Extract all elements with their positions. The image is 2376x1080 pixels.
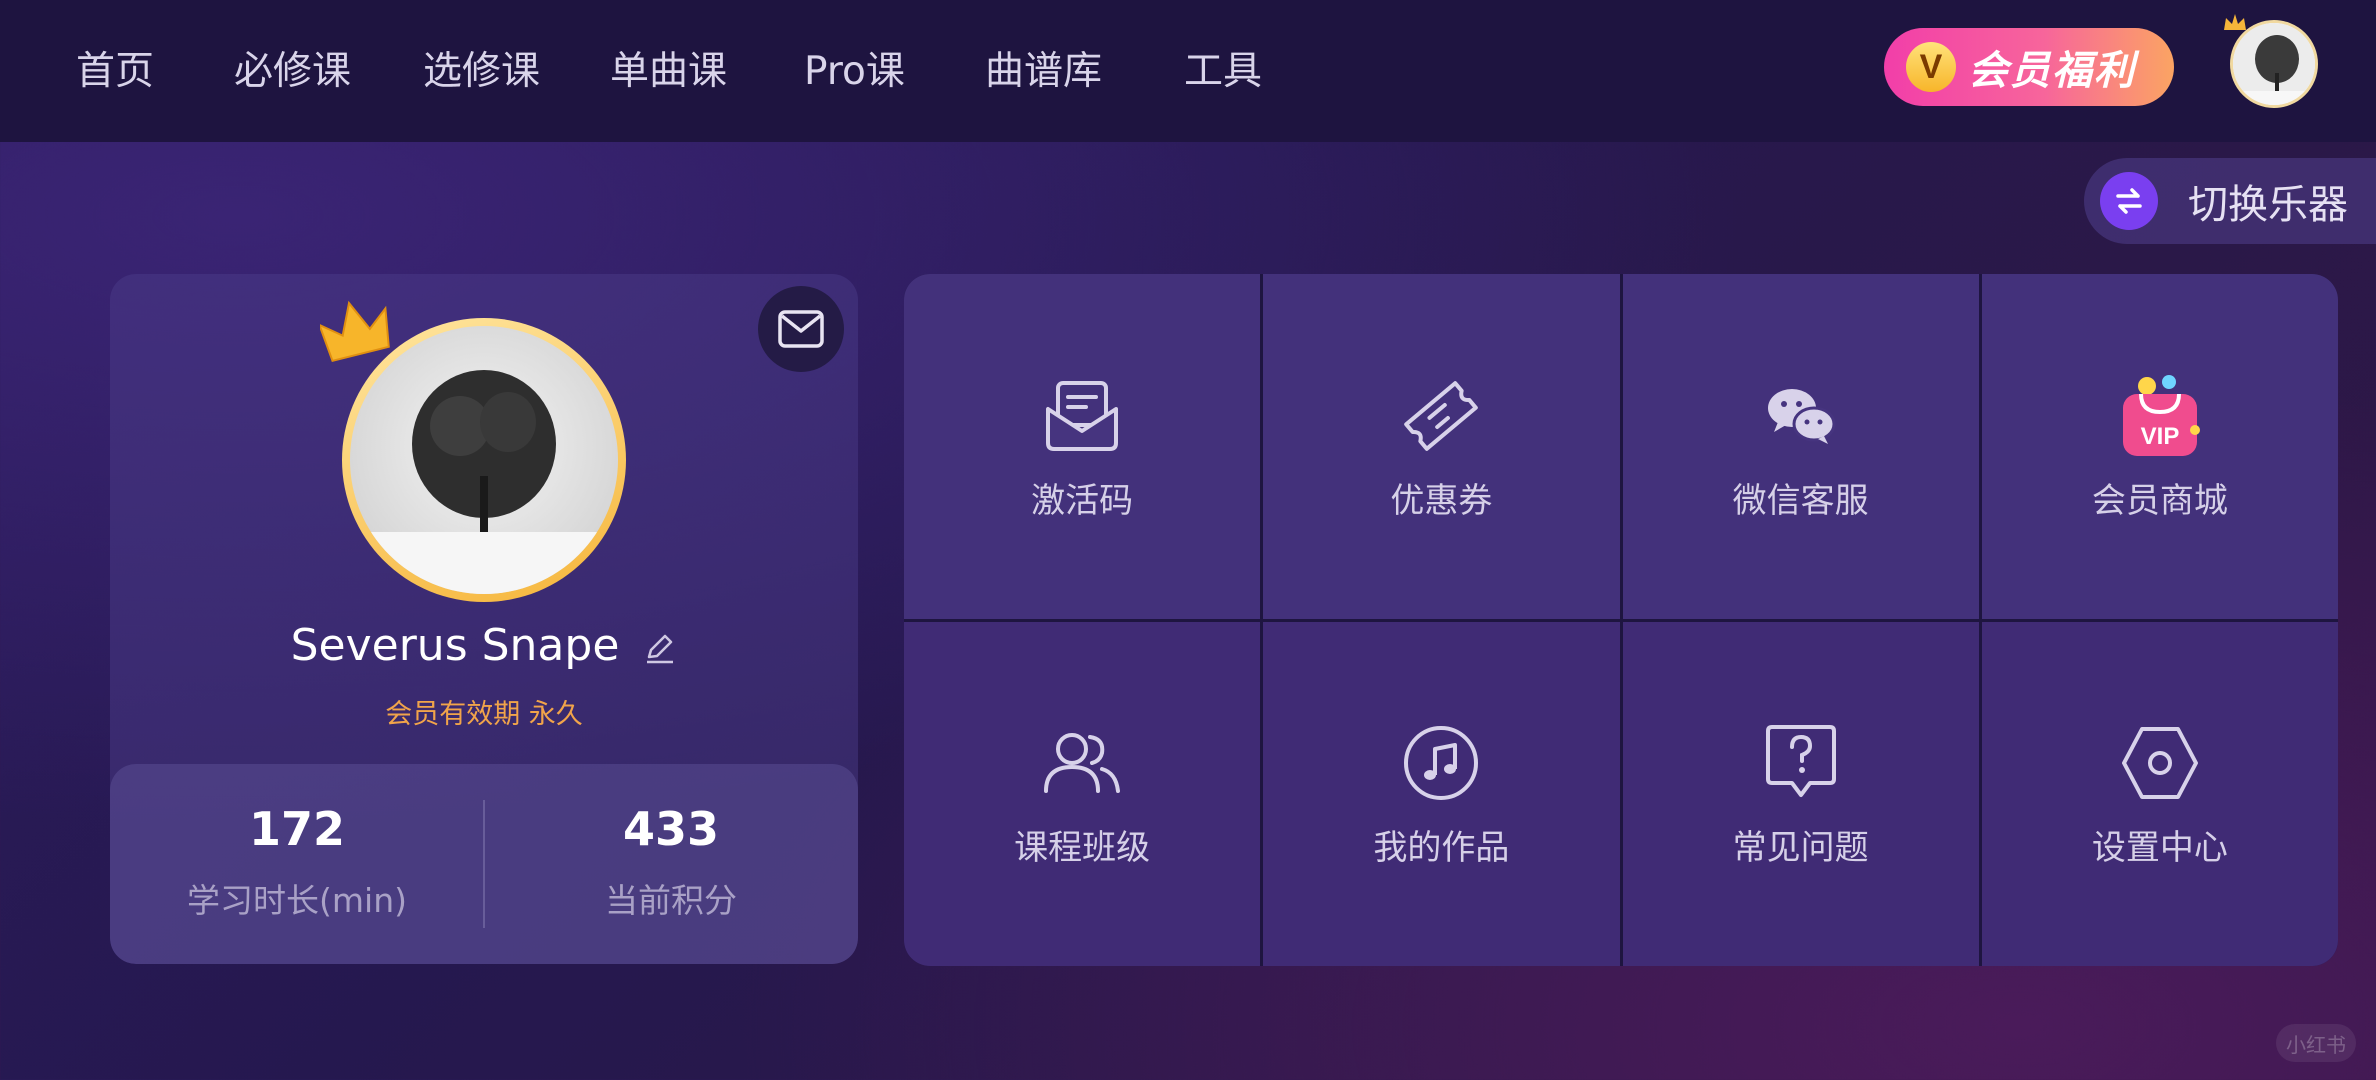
tile-wechat-service[interactable]: 微信客服 [1622,274,1979,619]
stat-value: 172 [248,802,346,856]
tile-label: 常见问题 [1732,828,1869,869]
tile-course-class[interactable]: 课程班级 [904,621,1261,966]
stat-label: 当前积分 [605,881,737,920]
switch-instrument-label: 切换乐器 [2188,182,2348,228]
tile-label: 优惠券 [1390,480,1493,521]
settings-hexagon-icon [2115,718,2205,808]
music-note-icon [1396,718,1486,808]
vip-mall-icon: VIP [2115,371,2205,461]
watermark-text: 小红书 [2286,1032,2346,1057]
small-crown-icon [2224,14,2246,30]
tree-avatar-icon [2233,23,2315,105]
tile-label: 课程班级 [1014,828,1151,869]
nav-item-required-courses[interactable]: 必修课 [234,42,351,102]
tile-my-works[interactable]: 我的作品 [1263,621,1620,966]
tile-label: 会员商城 [2091,480,2228,521]
crown-icon [320,300,390,363]
tile-faq[interactable]: 常见问题 [1622,621,1979,966]
stats-panel: 172 学习时长(min) 433 当前积分 [110,764,858,964]
nav-item-elective-courses[interactable]: 选修课 [423,42,540,102]
message-button[interactable] [758,286,844,372]
faq-icon [1756,718,1846,808]
activation-code-icon [1037,371,1127,461]
top-navigation-bar: 首页 必修课 选修课 单曲课 Pro课 曲谱库 工具 V 会员福利 [0,0,2376,142]
username: Severus Snape [110,620,858,671]
tile-coupon[interactable]: 优惠券 [1263,274,1620,619]
nav-item-tools[interactable]: 工具 [1184,42,1262,102]
vip-badge-icon: V [1906,42,1956,92]
vip-text: VIP [2141,423,2180,450]
stat-value: 433 [622,802,720,856]
watermark-logo: 小红书 [2276,1024,2356,1062]
switch-instrument-button[interactable]: 切换乐器 [2084,158,2376,244]
mail-icon [778,310,824,348]
membership-value: 永久 [528,699,583,730]
coupon-icon [1396,371,1486,461]
tile-label: 设置中心 [2091,828,2228,869]
nav-item-home[interactable]: 首页 [76,42,154,102]
vip-badge-letter: V [1919,47,1943,86]
stat-points[interactable]: 433 当前积分 [484,764,858,964]
username-text: Severus Snape [290,620,620,671]
wechat-icon [1756,371,1846,461]
membership-validity: 会员有效期 永久 [110,692,858,731]
tree-photo-icon [350,370,618,594]
tile-label: 激活码 [1031,480,1134,521]
tile-vip-mall[interactable]: VIP 会员商城 [1981,274,2338,619]
nav-item-single-song-courses[interactable]: 单曲课 [610,42,727,102]
class-users-icon [1037,718,1127,808]
tile-label: 微信客服 [1732,480,1869,521]
tile-activation-code[interactable]: 激活码 [904,274,1261,619]
nav-item-sheet-music-library[interactable]: 曲谱库 [985,42,1102,102]
switch-arrows-icon [2100,172,2158,230]
nav-item-pro-courses[interactable]: Pro课 [804,42,905,102]
stat-label: 学习时长(min) [187,881,407,920]
tile-label: 我的作品 [1373,828,1510,869]
function-grid: 激活码 优惠券 微信客服 VIP 会员商城 课程班级 我的作品 常见问题 设置中… [904,274,2338,966]
stat-study-time[interactable]: 172 学习时长(min) [110,764,484,964]
membership-label: 会员有效期 [385,699,521,730]
vip-benefits-label: 会员福利 [1968,48,2136,94]
vip-benefits-button[interactable]: V 会员福利 [1884,28,2174,106]
edit-pencil-icon[interactable] [643,631,677,665]
profile-card: Severus Snape 会员有效期 永久 172 学习时长(min) 433… [110,274,858,964]
tile-settings-center[interactable]: 设置中心 [1981,621,2338,966]
